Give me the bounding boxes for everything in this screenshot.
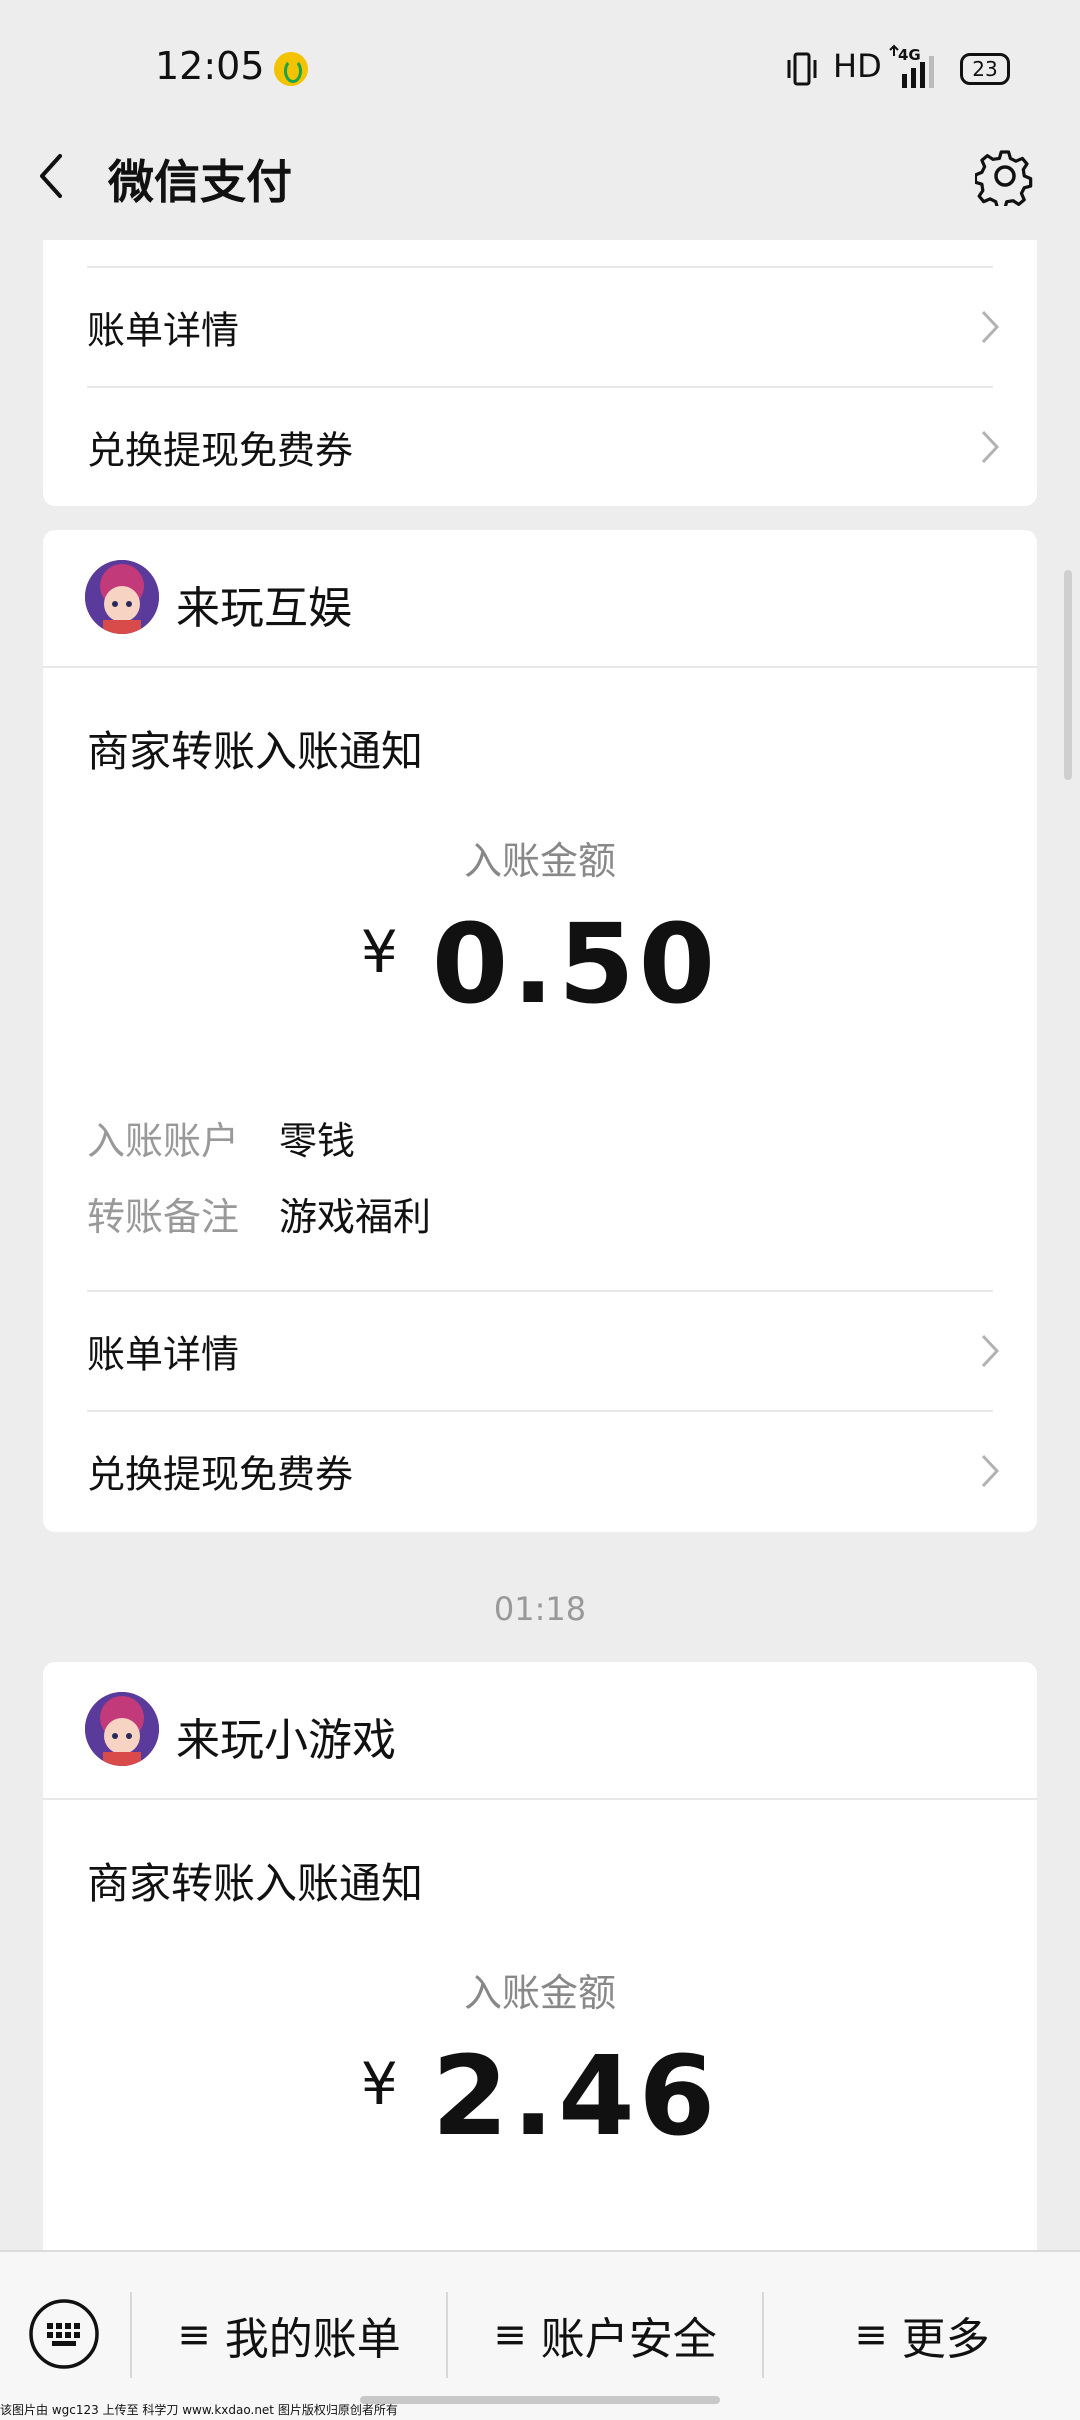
bill-details-row[interactable]: 账单详情: [43, 268, 1037, 386]
gear-icon[interactable]: [975, 146, 1035, 206]
notice-title: 商家转账入账通知: [87, 727, 424, 776]
home-indicator[interactable]: [360, 2396, 720, 2404]
keyboard-icon[interactable]: [28, 2298, 100, 2370]
amount-label: 入账金额: [463, 839, 616, 883]
menu-label: 更多: [901, 2314, 990, 2365]
page-title: 微信支付: [108, 155, 292, 209]
detail-value: 零钱: [279, 1119, 356, 1163]
detail-value: 游戏福利: [279, 1195, 432, 1239]
merchant-header[interactable]: 来玩小游戏: [43, 1662, 1037, 1800]
bill-details-row[interactable]: 账单详情: [43, 1292, 1037, 1410]
transfer-notice-card: 来玩小游戏 商家转账入账通知 入账金额 ¥2.46: [43, 1662, 1037, 2302]
merchant-name: 来玩小游戏: [176, 1715, 396, 1766]
detail-key: 入账账户: [87, 1119, 240, 1163]
music-app-icon: [274, 52, 308, 86]
menu-more[interactable]: ≡ 更多: [764, 2292, 1080, 2378]
merchant-header[interactable]: 来玩互娱: [43, 530, 1037, 668]
merchant-avatar: [85, 560, 159, 634]
transfer-notice-card: 来玩互娱 商家转账入账通知 入账金额 ¥0.50 入账账户 零钱 转账备注 游戏…: [43, 530, 1037, 1532]
row-label: 兑换提现免费券: [87, 1452, 354, 1497]
scrollbar[interactable]: [1064, 570, 1072, 780]
battery-icon: 23: [960, 53, 1010, 85]
merchant-avatar: [85, 1692, 159, 1766]
amount-display: ¥0.50: [43, 900, 1037, 1028]
menu-my-bills[interactable]: ≡ 我的账单: [132, 2292, 446, 2378]
currency-symbol: ¥: [360, 2050, 398, 2118]
voucher-row[interactable]: 兑换提现免费券: [43, 388, 1037, 506]
menu-label: 我的账单: [224, 2314, 401, 2365]
vibrate-icon: [787, 52, 817, 86]
row-label: 兑换提现免费券: [87, 428, 354, 473]
amount-value: 0.50: [431, 900, 720, 1028]
status-bar: 12:05 HD 4G 23: [0, 0, 1080, 140]
status-time: 12:05: [155, 44, 265, 88]
row-label: 账单详情: [87, 1332, 240, 1377]
menu-icon: ≡: [493, 2312, 527, 2358]
amount-value: 2.46: [431, 2032, 720, 2160]
chevron-right-icon: [981, 1454, 1000, 1488]
currency-symbol: ¥: [360, 918, 398, 986]
notice-title: 商家转账入账通知: [87, 1859, 424, 1908]
row-label: 账单详情: [87, 308, 240, 353]
detail-key: 转账备注: [87, 1195, 240, 1239]
menu-icon: ≡: [177, 2312, 211, 2358]
previous-message-card: 账单详情 兑换提现免费券: [43, 240, 1037, 506]
voucher-row[interactable]: 兑换提现免费券: [43, 1412, 1037, 1530]
back-arrow-icon[interactable]: [30, 148, 74, 204]
menu-account-security[interactable]: ≡ 账户安全: [448, 2292, 762, 2378]
menu-label: 账户安全: [540, 2314, 717, 2365]
hd-indicator: HD: [833, 47, 882, 85]
chevron-right-icon: [981, 1334, 1000, 1368]
menu-icon: ≡: [854, 2312, 888, 2358]
message-timestamp: 01:18: [493, 1590, 587, 1628]
network-type-label: 4G: [898, 46, 921, 64]
chevron-right-icon: [981, 310, 1000, 344]
amount-display: ¥2.46: [43, 2032, 1037, 2160]
watermark-footer: 该图片由 wgc123 上传至 科学刀 www.kxdao.net 图片版权归原…: [0, 2403, 398, 2417]
merchant-name: 来玩互娱: [176, 583, 352, 634]
chevron-right-icon: [981, 430, 1000, 464]
signal-icon: 4G: [889, 44, 934, 88]
amount-label: 入账金额: [463, 1971, 616, 2015]
bottom-menu-bar: ≡ 我的账单 ≡ 账户安全 ≡ 更多: [0, 2250, 1080, 2420]
